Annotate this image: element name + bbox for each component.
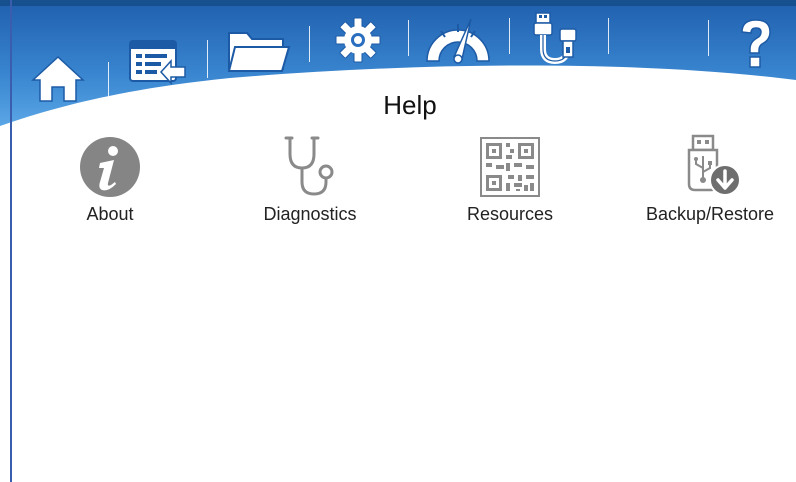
nav-separator (608, 18, 609, 54)
gear-icon (335, 17, 381, 63)
page-title: Help (383, 90, 437, 120)
nav-separator (708, 20, 709, 56)
import-list-icon (129, 40, 186, 85)
nav-separator (509, 18, 510, 54)
speedometer-icon (426, 18, 490, 64)
usb-cable-icon (533, 12, 577, 65)
help-screen: Help About Diagnostics Resources Backup/… (0, 0, 796, 482)
diagnostics-item[interactable]: Diagnostics (230, 132, 390, 232)
info-icon (75, 132, 145, 202)
nav-separator (408, 20, 409, 56)
backup-restore-label: Backup/Restore (645, 204, 775, 224)
help-button[interactable] (728, 14, 784, 74)
question-mark-icon (741, 19, 771, 68)
nav-separator (309, 26, 310, 62)
about-label: About (86, 204, 134, 224)
left-border (10, 0, 12, 482)
nav-separator (207, 40, 208, 78)
about-item[interactable]: About (30, 132, 190, 232)
qr-code-icon (475, 132, 545, 202)
backup-restore-item[interactable]: Backup/Restore (630, 132, 790, 232)
resources-item[interactable]: Resources (430, 132, 590, 232)
resources-label: Resources (466, 204, 554, 224)
settings-button[interactable] (328, 14, 388, 66)
folder-icon (227, 32, 291, 72)
usb-button[interactable] (522, 10, 596, 66)
files-button[interactable] (222, 22, 294, 78)
import-button[interactable] (125, 34, 191, 92)
usb-backup-icon (675, 132, 745, 202)
gauge-button[interactable] (418, 12, 498, 68)
stethoscope-icon (275, 132, 345, 202)
diagnostics-label: Diagnostics (263, 204, 357, 224)
